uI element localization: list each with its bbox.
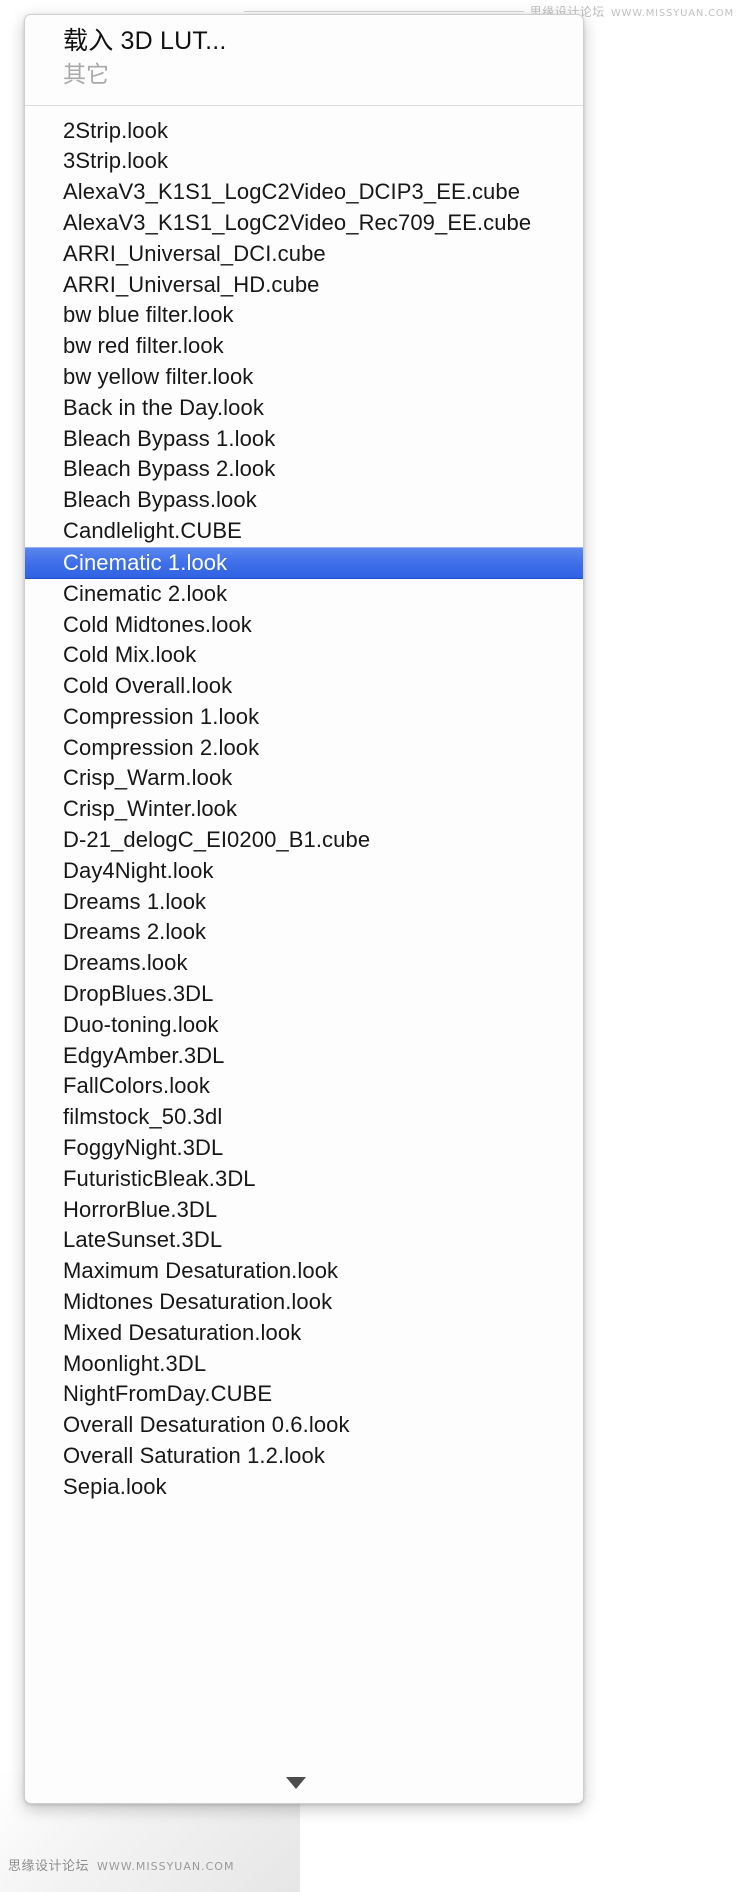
dropdown-subtitle: 其它 bbox=[63, 59, 583, 90]
list-item[interactable]: 2Strip.look bbox=[25, 116, 583, 147]
watermark-top-url: WWW.MISSYUAN.COM bbox=[611, 8, 734, 19]
list-item[interactable]: FuturisticBleak.3DL bbox=[25, 1164, 583, 1195]
list-item[interactable]: Moonlight.3DL bbox=[25, 1349, 583, 1380]
list-item[interactable]: Midtones Desaturation.look bbox=[25, 1287, 583, 1318]
dropdown-title: 载入 3D LUT... bbox=[63, 25, 583, 58]
list-item[interactable]: Dreams 2.look bbox=[25, 917, 583, 948]
list-item[interactable]: DropBlues.3DL bbox=[25, 979, 583, 1010]
watermark-bottom-cn: 思缘设计论坛 bbox=[8, 1855, 89, 1874]
list-item[interactable]: Compression 1.look bbox=[25, 702, 583, 733]
list-item[interactable]: Sepia.look bbox=[25, 1472, 583, 1503]
list-item[interactable]: ARRI_Universal_DCI.cube bbox=[25, 239, 583, 270]
list-item[interactable]: Day4Night.look bbox=[25, 856, 583, 887]
list-item[interactable]: bw red filter.look bbox=[25, 331, 583, 362]
list-item[interactable]: Duo-toning.look bbox=[25, 1010, 583, 1041]
watermark-bottom: 思缘设计论坛 WWW.MISSYUAN.COM bbox=[8, 1855, 234, 1874]
list-item[interactable]: Cold Overall.look bbox=[25, 671, 583, 702]
list-item[interactable]: filmstock_50.3dl bbox=[25, 1102, 583, 1133]
list-item[interactable]: Overall Desaturation 0.6.look bbox=[25, 1410, 583, 1441]
lut-preset-list[interactable]: 2Strip.look3Strip.lookAlexaV3_K1S1_LogC2… bbox=[25, 106, 583, 1763]
list-item[interactable]: FallColors.look bbox=[25, 1071, 583, 1102]
list-item[interactable]: Back in the Day.look bbox=[25, 393, 583, 424]
list-item[interactable]: D-21_delogC_EI0200_B1.cube bbox=[25, 825, 583, 856]
watermark-rule bbox=[244, 11, 524, 12]
list-item[interactable]: 3Strip.look bbox=[25, 146, 583, 177]
dropdown-header: 载入 3D LUT... 其它 bbox=[25, 15, 583, 98]
list-item[interactable]: HorrorBlue.3DL bbox=[25, 1195, 583, 1226]
list-item[interactable]: Candlelight.CUBE bbox=[25, 516, 583, 547]
list-item[interactable]: Bleach Bypass.look bbox=[25, 485, 583, 516]
scroll-down-button[interactable] bbox=[25, 1763, 583, 1803]
list-item[interactable]: AlexaV3_K1S1_LogC2Video_DCIP3_EE.cube bbox=[25, 177, 583, 208]
list-item[interactable]: Mixed Desaturation.look bbox=[25, 1318, 583, 1349]
list-item[interactable]: Dreams 1.look bbox=[25, 887, 583, 918]
list-item[interactable]: bw blue filter.look bbox=[25, 300, 583, 331]
triangle-down-icon[interactable] bbox=[286, 1777, 306, 1789]
list-item[interactable]: Crisp_Warm.look bbox=[25, 763, 583, 794]
list-item-selected[interactable]: Cinematic 1.look bbox=[25, 547, 583, 579]
list-item[interactable]: bw yellow filter.look bbox=[25, 362, 583, 393]
list-item[interactable]: FoggyNight.3DL bbox=[25, 1133, 583, 1164]
list-item[interactable]: NightFromDay.CUBE bbox=[25, 1379, 583, 1410]
list-item[interactable]: Cinematic 2.look bbox=[25, 579, 583, 610]
list-item[interactable]: EdgyAmber.3DL bbox=[25, 1041, 583, 1072]
list-item[interactable]: LateSunset.3DL bbox=[25, 1225, 583, 1256]
list-item[interactable]: Crisp_Winter.look bbox=[25, 794, 583, 825]
list-item[interactable]: Cold Mix.look bbox=[25, 640, 583, 671]
list-item[interactable]: Cold Midtones.look bbox=[25, 610, 583, 641]
list-item[interactable]: Compression 2.look bbox=[25, 733, 583, 764]
list-item[interactable]: AlexaV3_K1S1_LogC2Video_Rec709_EE.cube bbox=[25, 208, 583, 239]
list-item[interactable]: Bleach Bypass 1.look bbox=[25, 424, 583, 455]
list-item[interactable]: Maximum Desaturation.look bbox=[25, 1256, 583, 1287]
list-item[interactable]: Overall Saturation 1.2.look bbox=[25, 1441, 583, 1472]
list-item[interactable]: Bleach Bypass 2.look bbox=[25, 454, 583, 485]
list-item[interactable]: ARRI_Universal_HD.cube bbox=[25, 270, 583, 301]
lut-dropdown-panel[interactable]: 载入 3D LUT... 其它 2Strip.look3Strip.lookAl… bbox=[24, 14, 584, 1804]
watermark-bottom-url: WWW.MISSYUAN.COM bbox=[97, 1860, 234, 1873]
list-item[interactable]: Dreams.look bbox=[25, 948, 583, 979]
